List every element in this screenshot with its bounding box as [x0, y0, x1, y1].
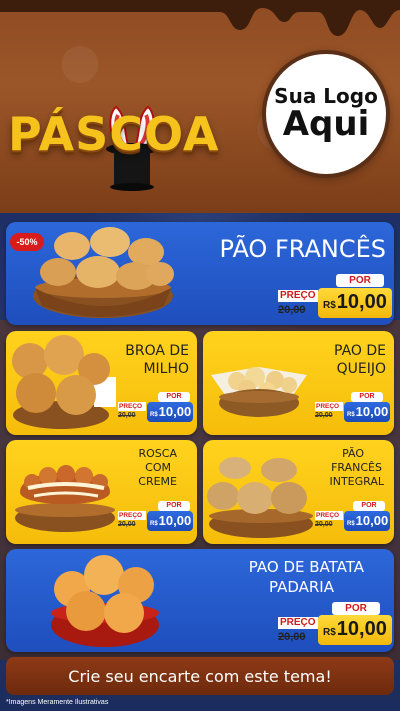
pao-de-queijo-basket-image	[211, 367, 307, 417]
chocolate-drip-top	[0, 0, 400, 36]
rosca-basket-image	[15, 465, 115, 532]
product-name-line2: QUEIJO	[336, 361, 386, 377]
new-price: 10,00	[158, 513, 192, 528]
new-price: 10,00	[355, 513, 389, 528]
currency: R$	[150, 412, 158, 418]
new-price-box: R$ 10,00	[318, 615, 392, 645]
cta-button[interactable]: Crie seu encarte com este tema!	[6, 657, 394, 695]
discount-badge: -50%	[10, 233, 44, 251]
product-card-pao-frances[interactable]: -50% PÃO FRANCÊS POR PREÇO 20,00 R$ 10,0…	[6, 222, 394, 325]
currency: R$	[150, 521, 158, 527]
currency: R$	[323, 300, 336, 311]
pascoa-logo: PÁSCOA	[8, 50, 263, 200]
product-name-line2: COM	[145, 461, 171, 474]
new-price-box: R$ 10,00	[147, 402, 193, 422]
por-label: POR	[158, 501, 190, 511]
old-price: 20,00	[315, 521, 333, 528]
por-label: POR	[336, 274, 384, 287]
por-label: POR	[353, 501, 385, 511]
product-name-line2: FRANCÊS	[331, 461, 382, 474]
old-price: 20,00	[278, 631, 306, 643]
product-name-line2: PADARIA	[268, 578, 334, 596]
currency: R$	[323, 627, 336, 638]
broa-basket-image	[12, 335, 116, 429]
new-price: 10,00	[336, 618, 387, 640]
price-label: PREÇO	[315, 511, 343, 520]
new-price: 10,00	[158, 404, 192, 419]
product-name-line1: PAO DE BATATA	[248, 558, 364, 576]
product-card-rosca-com-creme[interactable]: ROSCA COM CREME POR PREÇO 20,00 R$ 10,00	[6, 440, 197, 544]
new-price: 10,00	[336, 291, 387, 313]
product-name-line3: CREME	[138, 475, 177, 488]
old-price: 20,00	[118, 521, 136, 528]
product-name-line2: MILHO	[143, 361, 189, 377]
new-price-box: R$ 10,00	[344, 402, 390, 422]
price-label: PREÇO	[118, 511, 146, 520]
por-label: POR	[332, 602, 380, 615]
hero-banner: PÁSCOA Sua Logo Aqui	[0, 0, 400, 215]
por-label: POR	[351, 392, 383, 402]
product-card-pao-de-batata[interactable]: PAO DE BATATA PADARIA POR PREÇO 20,00 R$…	[6, 549, 394, 652]
product-card-broa-de-milho[interactable]: BROA DE MILHO POR PREÇO 20,00 R$ 10,00	[6, 331, 197, 435]
product-name-line1: BROA DE	[125, 343, 189, 359]
old-price: 20,00	[118, 412, 136, 419]
page-title: PÁSCOA	[8, 107, 220, 161]
new-price-box: R$ 10,00	[147, 511, 193, 531]
price-label: PREÇO	[278, 617, 318, 629]
bread-basket-image	[33, 227, 174, 318]
product-name-line1: ROSCA	[138, 447, 178, 460]
currency: R$	[347, 412, 355, 418]
currency: R$	[347, 521, 355, 527]
price-label: PREÇO	[315, 402, 343, 411]
logo-text-line2: Aqui	[282, 104, 370, 145]
por-label: POR	[158, 392, 190, 402]
new-price-box: R$ 10,00	[318, 288, 392, 318]
old-price: 20,00	[278, 304, 306, 316]
product-name: PÃO FRANCÊS	[219, 235, 387, 263]
product-card-pao-de-queijo[interactable]: PAO DE QUEIJO POR PREÇO 20,00 R$ 10,00	[203, 331, 394, 435]
disclaimer: *Imagens Meramente Ilustrativas	[6, 699, 109, 706]
new-price-box: R$ 10,00	[344, 511, 390, 531]
integral-bread-basket-image	[207, 457, 313, 538]
product-name-line1: PAO DE	[334, 343, 386, 359]
product-name-line3: INTEGRAL	[329, 475, 384, 488]
price-label: PREÇO	[118, 402, 146, 411]
product-card-pao-frances-integral[interactable]: PÃO FRANCÊS INTEGRAL POR PREÇO 20,00 R$ …	[203, 440, 394, 544]
product-name-line1: PÃO	[342, 447, 364, 460]
potato-bread-bowl-image	[51, 555, 159, 647]
price-label: PREÇO	[278, 290, 318, 302]
logo-placeholder[interactable]: Sua Logo Aqui	[262, 50, 390, 178]
old-price: 20,00	[315, 412, 333, 419]
new-price: 10,00	[355, 404, 389, 419]
